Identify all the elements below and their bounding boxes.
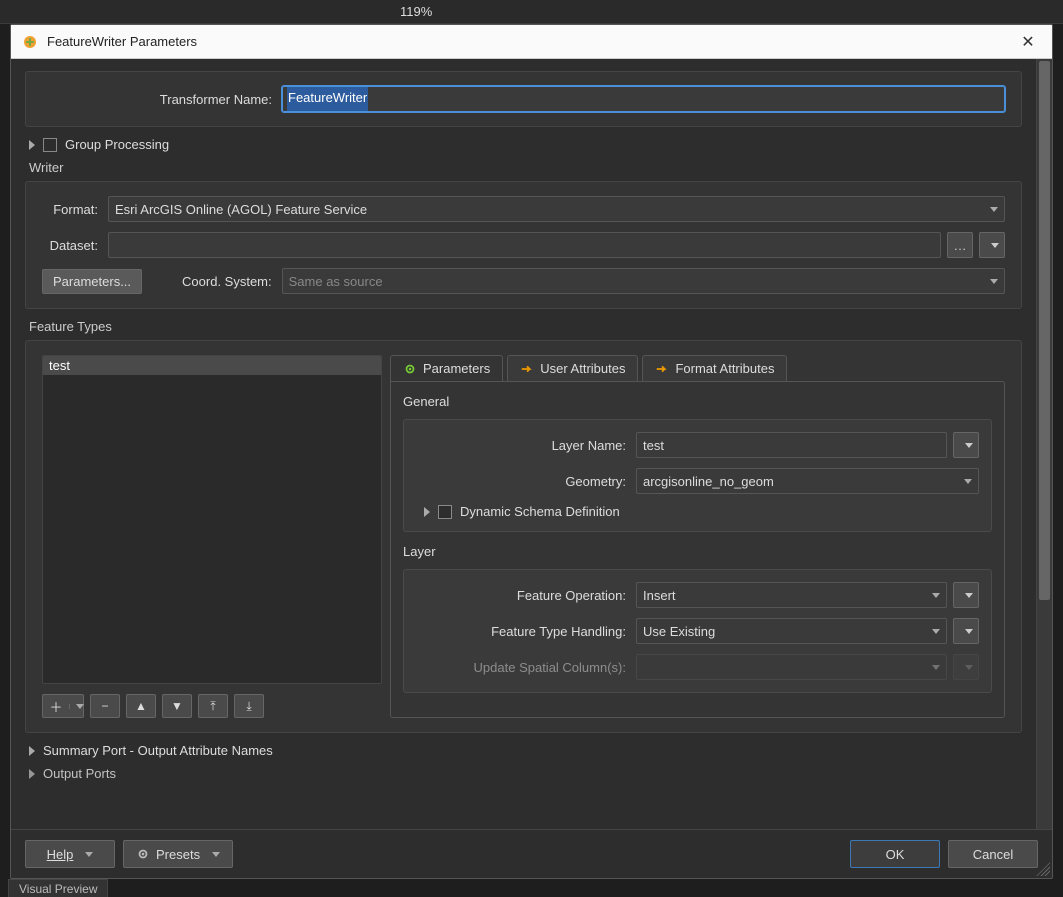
format-label: Format:	[42, 202, 98, 217]
move-top-button[interactable]: ⤒	[198, 694, 228, 718]
general-heading: General	[403, 394, 992, 409]
zoom-level: 119%	[400, 4, 432, 19]
feature-type-toolbar: ＋ − ▲ ▼ ⤒ ⤓	[42, 694, 382, 718]
chevron-down-icon	[964, 479, 972, 484]
dataset-input[interactable]	[108, 232, 941, 258]
chevron-down-icon	[990, 207, 998, 212]
dynamic-schema-label: Dynamic Schema Definition	[460, 504, 620, 519]
app-toolbar: 119%	[0, 0, 1063, 24]
ok-button[interactable]: OK	[850, 840, 940, 868]
feature-type-handling-select[interactable]: Use Existing	[636, 618, 947, 644]
geometry-label: Geometry:	[416, 474, 626, 489]
tab-user-attributes[interactable]: User Attributes	[507, 355, 638, 381]
tab-body: General Layer Name: Geometry: arcgisonli…	[390, 381, 1005, 718]
window-title: FeatureWriter Parameters	[47, 34, 1014, 49]
feature-operation-label: Feature Operation:	[416, 588, 626, 603]
coord-system-label: Coord. System:	[182, 274, 272, 289]
parameters-button[interactable]: Parameters...	[42, 269, 142, 294]
feature-type-handling-label: Feature Type Handling:	[416, 624, 626, 639]
feature-type-list[interactable]: test	[42, 355, 382, 684]
chevron-down-icon	[212, 852, 220, 857]
transformer-name-input[interactable]: FeatureWriter	[282, 86, 1005, 112]
presets-button[interactable]: Presets	[123, 840, 233, 868]
close-button[interactable]: ✕	[1014, 28, 1042, 56]
feature-types-section-label: Feature Types	[29, 319, 1018, 334]
coord-system-select[interactable]: Same as source	[282, 268, 1005, 294]
remove-button[interactable]: −	[90, 694, 120, 718]
dynamic-schema-checkbox[interactable]	[438, 505, 452, 519]
dialog-footer: Help Presets OK Cancel	[11, 829, 1052, 878]
feature-type-tabs: Parameters User Attributes Format Attrib…	[390, 355, 1005, 381]
tab-format-attributes[interactable]: Format Attributes	[642, 355, 787, 381]
arrow-icon	[655, 362, 669, 376]
cancel-button[interactable]: Cancel	[948, 840, 1038, 868]
dynamic-schema-expander[interactable]: Dynamic Schema Definition	[424, 504, 979, 519]
summary-port-label: Summary Port - Output Attribute Names	[43, 743, 273, 758]
output-ports-label: Output Ports	[43, 766, 116, 781]
layer-name-input[interactable]	[636, 432, 947, 458]
move-bottom-button[interactable]: ⤓	[234, 694, 264, 718]
output-ports-expander[interactable]: Output Ports	[29, 766, 1018, 781]
layer-name-menu-button[interactable]	[953, 432, 979, 458]
tab-parameters[interactable]: Parameters	[390, 355, 503, 381]
visual-preview-tab[interactable]: Visual Preview	[8, 879, 108, 897]
expand-icon	[424, 507, 430, 517]
move-up-button[interactable]: ▲	[126, 694, 156, 718]
dataset-browse-button[interactable]: …	[947, 232, 973, 258]
summary-port-expander[interactable]: Summary Port - Output Attribute Names	[29, 743, 1018, 758]
feature-operation-select[interactable]: Insert	[636, 582, 947, 608]
chevron-down-icon	[932, 665, 940, 670]
update-spatial-menu-button	[953, 654, 979, 680]
layer-group: Feature Operation: Insert Feature Type H…	[403, 569, 992, 693]
group-processing-checkbox[interactable]	[43, 138, 57, 152]
writer-section-label: Writer	[29, 160, 1018, 175]
add-button[interactable]: ＋	[42, 694, 84, 718]
titlebar: FeatureWriter Parameters ✕	[11, 25, 1052, 59]
chevron-down-icon	[932, 629, 940, 634]
group-processing-expander[interactable]: Group Processing	[29, 137, 1018, 152]
arrow-icon	[520, 362, 534, 376]
expand-icon	[29, 769, 35, 779]
expand-icon	[29, 140, 35, 150]
dialog-content: Transformer Name: FeatureWriter Group Pr…	[11, 59, 1036, 829]
chevron-down-icon	[932, 593, 940, 598]
feature-types-group: test ＋ − ▲ ▼ ⤒ ⤓ Parameters	[25, 340, 1022, 733]
app-icon	[21, 33, 39, 51]
chevron-down-icon	[990, 279, 998, 284]
format-select[interactable]: Esri ArcGIS Online (AGOL) Feature Servic…	[108, 196, 1005, 222]
transformer-name-group: Transformer Name: FeatureWriter	[25, 71, 1022, 127]
dataset-menu-button[interactable]	[979, 232, 1005, 258]
transformer-name-label: Transformer Name:	[42, 92, 272, 107]
move-down-button[interactable]: ▼	[162, 694, 192, 718]
expand-icon	[29, 746, 35, 756]
help-button[interactable]: Help	[25, 840, 115, 868]
resize-handle[interactable]	[1036, 862, 1050, 876]
layer-heading: Layer	[403, 544, 992, 559]
feature-operation-menu-button[interactable]	[953, 582, 979, 608]
layer-name-label: Layer Name:	[416, 438, 626, 453]
chevron-down-icon	[85, 852, 93, 857]
scrollbar-thumb[interactable]	[1039, 61, 1050, 600]
geometry-select[interactable]: arcgisonline_no_geom	[636, 468, 979, 494]
group-processing-label: Group Processing	[65, 137, 169, 152]
list-item[interactable]: test	[43, 356, 381, 375]
update-spatial-select	[636, 654, 947, 680]
general-group: Layer Name: Geometry: arcgisonline_no_ge…	[403, 419, 992, 532]
vertical-scrollbar[interactable]	[1036, 59, 1052, 829]
update-spatial-label: Update Spatial Column(s):	[416, 660, 626, 675]
featurewriter-dialog: FeatureWriter Parameters ✕ Transformer N…	[10, 24, 1053, 879]
dataset-label: Dataset:	[42, 238, 98, 253]
feature-type-handling-menu-button[interactable]	[953, 618, 979, 644]
gear-icon	[136, 847, 150, 861]
writer-group: Format: Esri ArcGIS Online (AGOL) Featur…	[25, 181, 1022, 309]
gear-icon	[403, 362, 417, 376]
